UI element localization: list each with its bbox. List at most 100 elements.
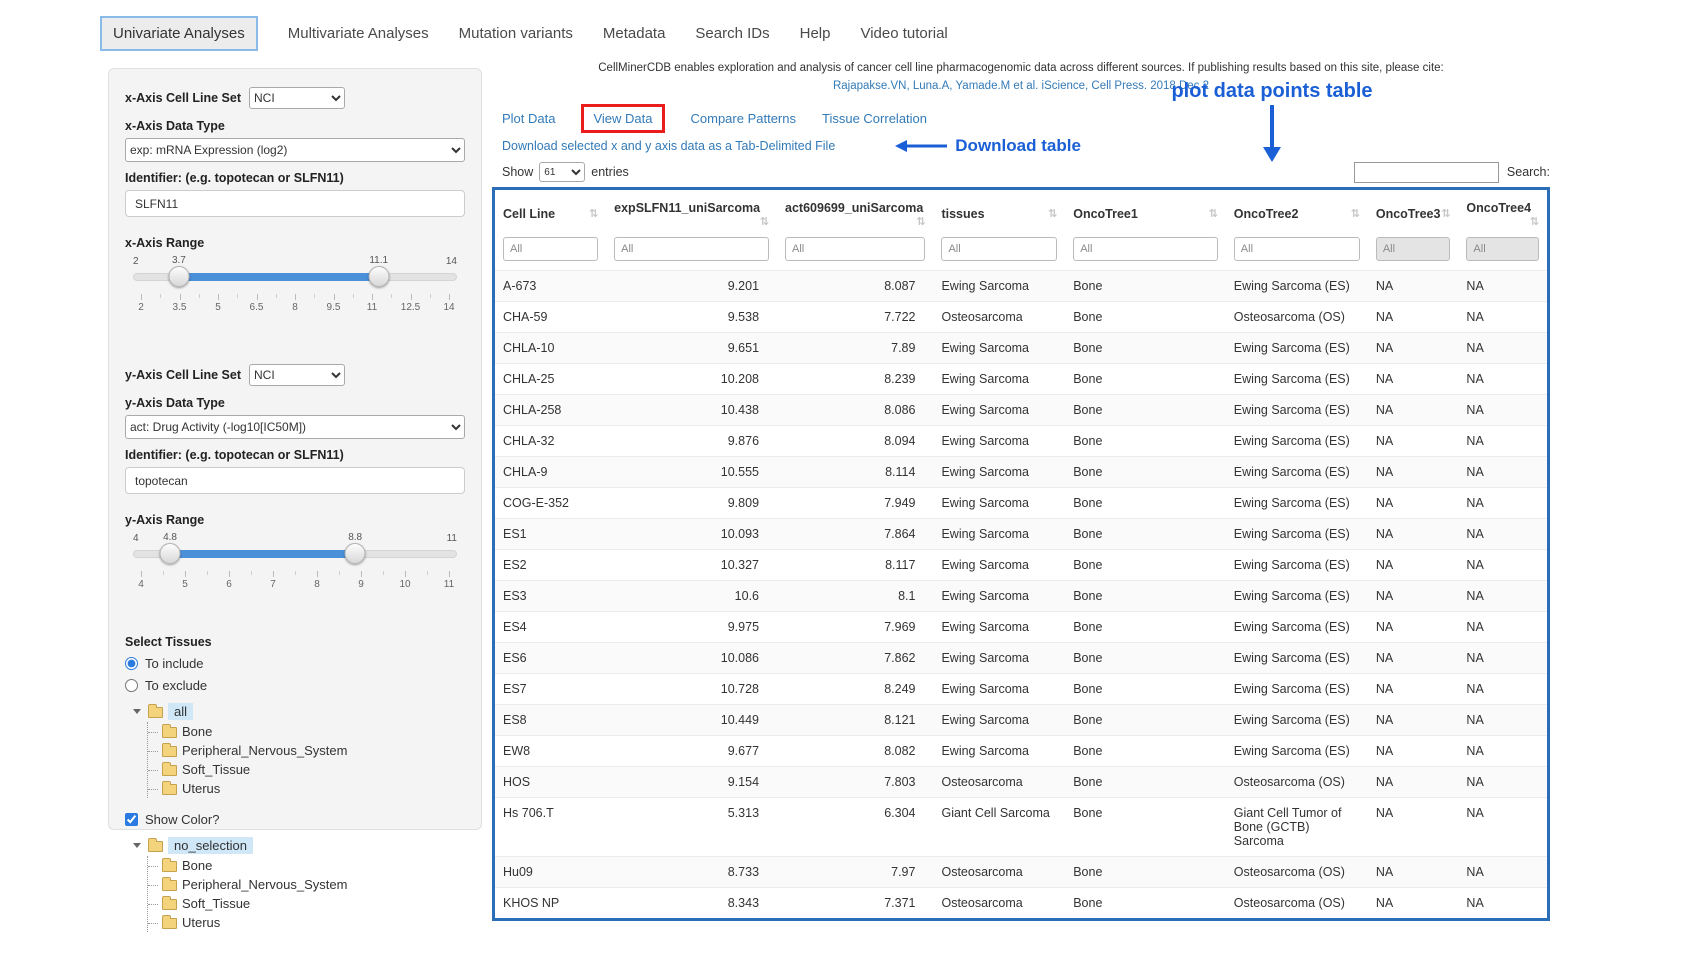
tab-plot-data[interactable]: Plot Data [502, 111, 555, 126]
tab-compare-patterns[interactable]: Compare Patterns [691, 111, 797, 126]
cell-act609699-unisarcoma: 8.082 [777, 735, 933, 766]
cell-oncotree1: Bone [1065, 704, 1226, 735]
table-row: ES810.4498.121Ewing SarcomaBoneEwing Sar… [495, 704, 1547, 735]
column-header-cell-line[interactable]: Cell Line⇅ [495, 190, 606, 236]
nav-item-metadata[interactable]: Metadata [603, 25, 666, 42]
column-header-oncotree2[interactable]: OncoTree2⇅ [1226, 190, 1368, 236]
to-exclude-option[interactable]: To exclude [125, 678, 465, 693]
search-input[interactable] [1354, 162, 1499, 183]
y-range-handle-high[interactable]: 8.8 [345, 543, 366, 564]
tree-node-soft-tissue[interactable]: Soft_Tissue [160, 760, 465, 779]
tree-node-peripheral-nervous-system[interactable]: Peripheral_Nervous_System [160, 875, 465, 894]
tree-node-uterus[interactable]: Uterus [160, 779, 465, 798]
column-header-expslfn11-unisarcoma[interactable]: expSLFN11_uniSarcoma⇅ [606, 190, 777, 236]
show-label: Show [502, 165, 533, 179]
cell-oncotree1: Bone [1065, 856, 1226, 887]
to-include-radio[interactable] [125, 657, 138, 670]
cell-act609699-unisarcoma: 8.239 [777, 363, 933, 394]
y-data-type-select[interactable]: act: Drug Activity (-log10[IC50M]) [125, 415, 465, 439]
tree-node-uterus[interactable]: Uterus [160, 913, 465, 932]
to-include-option[interactable]: To include [125, 656, 465, 671]
x-range-handle-high[interactable]: 11.1 [368, 266, 389, 287]
cell-cell-line: CHLA-25 [495, 363, 606, 394]
x-identifier-input[interactable] [125, 190, 465, 217]
table-row: ES310.68.1Ewing SarcomaBoneEwing Sarcoma… [495, 580, 1547, 611]
entries-select[interactable]: 61 [539, 162, 585, 182]
nav-item-video-tutorial[interactable]: Video tutorial [860, 25, 947, 42]
tab-view-data[interactable]: View Data [593, 111, 652, 126]
tree-node-no-selection[interactable]: no_selection [133, 835, 465, 856]
cell-oncotree2: Giant Cell Tumor of Bone (GCTB) Sarcoma [1226, 797, 1368, 856]
cell-oncotree1: Bone [1065, 673, 1226, 704]
tree-node-bone[interactable]: Bone [160, 856, 465, 875]
to-exclude-radio[interactable] [125, 679, 138, 692]
tab-tissue-correlation[interactable]: Tissue Correlation [822, 111, 927, 126]
nav-item-search-ids[interactable]: Search IDs [695, 25, 769, 42]
nav-item-multivariate-analyses[interactable]: Multivariate Analyses [288, 25, 429, 42]
filter-input-act609699-unisarcoma[interactable] [785, 237, 925, 261]
x-data-type-label: x-Axis Data Type [125, 119, 465, 133]
download-link[interactable]: Download selected x and y axis data as a… [502, 139, 835, 153]
citation-text: CellMinerCDB enables exploration and ana… [492, 60, 1550, 78]
y-cell-line-set-select[interactable]: NCI [249, 364, 345, 386]
column-header-tissues[interactable]: tissues⇅ [933, 190, 1065, 236]
filter-input-oncotree3[interactable] [1376, 237, 1451, 261]
x-cell-line-set-label: x-Axis Cell Line Set [125, 91, 241, 105]
nav-item-univariate-analyses[interactable]: Univariate Analyses [100, 16, 258, 51]
header-row: Cell Line⇅expSLFN11_uniSarcoma⇅act609699… [495, 190, 1547, 236]
sort-icon[interactable]: ⇅ [589, 207, 598, 220]
cell-act609699-unisarcoma: 6.304 [777, 797, 933, 856]
cell-act609699-unisarcoma: 8.114 [777, 456, 933, 487]
filter-input-oncotree1[interactable] [1073, 237, 1218, 261]
y-cell-line-set-label: y-Axis Cell Line Set [125, 368, 241, 382]
cell-cell-line: CHLA-10 [495, 332, 606, 363]
cell-act609699-unisarcoma: 7.722 [777, 301, 933, 332]
show-color-option[interactable]: Show Color? [125, 812, 465, 827]
tree-node-bone[interactable]: Bone [160, 722, 465, 741]
sort-icon[interactable]: ⇅ [760, 215, 769, 228]
cell-oncotree3: NA [1368, 735, 1459, 766]
sort-icon[interactable]: ⇅ [1048, 207, 1057, 220]
cell-act609699-unisarcoma: 8.094 [777, 425, 933, 456]
tree-node-all[interactable]: all [133, 701, 465, 722]
y-range-slider[interactable]: 4 11 4.8 8.8 [133, 533, 457, 569]
cell-oncotree2: Ewing Sarcoma (ES) [1226, 270, 1368, 301]
x-data-type-select[interactable]: exp: mRNA Expression (log2) [125, 138, 465, 162]
x-cell-line-set-select[interactable]: NCI [249, 87, 345, 109]
y-range-handle-low[interactable]: 4.8 [160, 543, 181, 564]
tick-label: 4 [138, 579, 144, 590]
column-header-oncotree4[interactable]: OncoTree4⇅ [1458, 190, 1547, 236]
x-range-slider[interactable]: 2 14 3.7 11.1 [133, 256, 457, 292]
x-range-handle-low[interactable]: 3.7 [168, 266, 189, 287]
sort-icon[interactable]: ⇅ [1209, 207, 1218, 220]
citation-link[interactable]: Rajapakse.VN, Luna.A, Yamade.M et al. iS… [833, 80, 1209, 92]
cell-tissues: Osteosarcoma [933, 766, 1065, 797]
cell-expslfn11-unisarcoma: 9.538 [606, 301, 777, 332]
sort-icon[interactable]: ⇅ [1441, 207, 1450, 220]
column-header-act609699-unisarcoma[interactable]: act609699_uniSarcoma⇅ [777, 190, 933, 236]
filter-input-oncotree2[interactable] [1234, 237, 1360, 261]
cell-cell-line: Hu09 [495, 856, 606, 887]
cell-expslfn11-unisarcoma: 9.876 [606, 425, 777, 456]
nav-item-mutation-variants[interactable]: Mutation variants [459, 25, 573, 42]
column-header-oncotree3[interactable]: OncoTree3⇅ [1368, 190, 1459, 236]
sort-icon[interactable]: ⇅ [916, 215, 925, 228]
search-label: Search: [1507, 165, 1550, 179]
show-color-checkbox[interactable] [125, 813, 138, 826]
filter-input-tissues[interactable] [941, 237, 1057, 261]
tree-node-soft-tissue[interactable]: Soft_Tissue [160, 894, 465, 913]
sort-icon[interactable]: ⇅ [1351, 207, 1360, 220]
filter-input-cell-line[interactable] [503, 237, 598, 261]
nav-item-help[interactable]: Help [800, 25, 831, 42]
y-identifier-input[interactable] [125, 467, 465, 494]
to-include-label: To include [145, 656, 204, 671]
column-header-oncotree1[interactable]: OncoTree1⇅ [1065, 190, 1226, 236]
filter-input-oncotree4[interactable] [1466, 237, 1539, 261]
filter-input-expslfn11-unisarcoma[interactable] [614, 237, 769, 261]
tree-node-peripheral-nervous-system[interactable]: Peripheral_Nervous_System [160, 741, 465, 760]
cell-oncotree4: NA [1458, 735, 1547, 766]
sort-icon[interactable]: ⇅ [1530, 215, 1539, 228]
cell-oncotree4: NA [1458, 673, 1547, 704]
tick-mark [383, 571, 384, 575]
filter-cell [1226, 236, 1368, 271]
